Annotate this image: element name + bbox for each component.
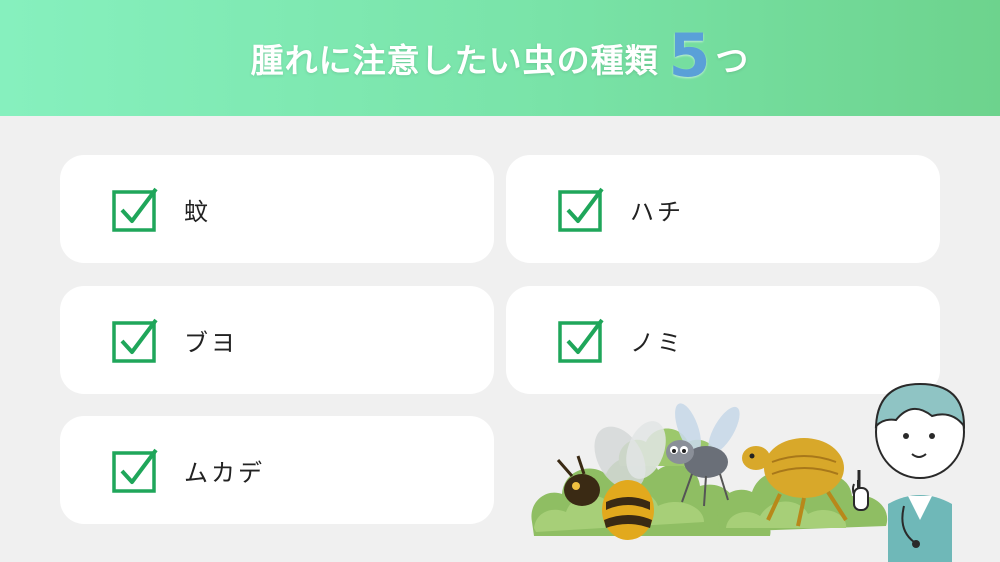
insect-label: ムカデ [184,458,265,487]
insects-and-doctor-illustration [531,382,966,562]
title-prefix: 腫れに注意したい虫の種類 [250,41,659,80]
insect-card-3: ブヨ [60,286,494,394]
title-number: 5 [668,21,712,91]
insect-label: ハチ [630,197,684,226]
page-title: 腫れに注意したい虫の種類 5 つ [0,0,1000,116]
insect-label: 蚊 [184,197,211,226]
checkbox-check-icon [112,318,158,363]
checkbox-check-icon [558,187,604,232]
checkbox-check-icon [112,448,158,493]
title-suffix: つ [715,41,750,80]
insect-card-1: 蚊 [60,155,494,263]
insect-card-2: ハチ [506,155,940,263]
insect-card-5: ムカデ [60,416,494,524]
checkbox-check-icon [112,187,158,232]
checkbox-check-icon [558,318,604,363]
doctor-icon [852,382,966,562]
insect-label: ブヨ [184,328,238,357]
